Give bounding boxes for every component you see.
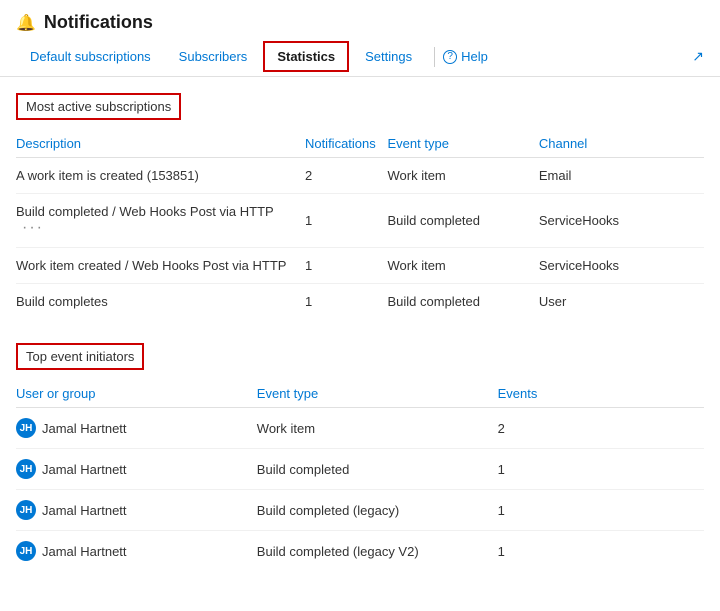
- initiator-user: JH Jamal Hartnett: [16, 408, 257, 449]
- user-name: Jamal Hartnett: [42, 462, 127, 477]
- col-header-notifications: Notifications: [305, 132, 388, 158]
- table-row: Work item created / Web Hooks Post via H…: [16, 248, 704, 284]
- col-header-eventtype: Event type: [388, 132, 539, 158]
- col-header-events: Events: [498, 382, 704, 408]
- col-header-description: Description: [16, 132, 305, 158]
- subscription-notifications: 2: [305, 158, 388, 194]
- subscriptions-table: Description Notifications Event type Cha…: [16, 132, 704, 319]
- tab-default-subscriptions[interactable]: Default subscriptions: [16, 41, 165, 72]
- avatar: JH: [16, 459, 36, 479]
- table-row: Build completes1Build completedUser: [16, 284, 704, 320]
- table-row: JH Jamal Hartnett Build completed1: [16, 449, 704, 490]
- col-header-etype: Event type: [257, 382, 498, 408]
- subscription-eventtype: Build completed: [388, 194, 539, 248]
- section1-title: Most active subscriptions: [16, 93, 181, 120]
- subscription-channel: User: [539, 284, 704, 320]
- table-row: JH Jamal Hartnett Build completed (legacy)…: [16, 490, 704, 531]
- subscription-notifications: 1: [305, 194, 388, 248]
- tab-statistics[interactable]: Statistics: [263, 41, 349, 72]
- avatar: JH: [16, 541, 36, 561]
- main-content: Most active subscriptions Description No…: [0, 77, 720, 611]
- help-link[interactable]: ? Help: [443, 49, 488, 64]
- table-row: Build completed / Web Hooks Post via HTT…: [16, 194, 704, 248]
- initiator-eventtype: Build completed (legacy): [257, 490, 498, 531]
- page-title: Notifications: [44, 12, 153, 33]
- subscription-channel: ServiceHooks: [539, 194, 704, 248]
- tab-subscribers[interactable]: Subscribers: [165, 41, 262, 72]
- nav-divider: [434, 47, 435, 67]
- initiator-events: 1: [498, 449, 704, 490]
- initiator-events: 1: [498, 490, 704, 531]
- table-row: JH Jamal Hartnett Work item2: [16, 408, 704, 449]
- initiator-user: JH Jamal Hartnett: [16, 449, 257, 490]
- col-header-user: User or group: [16, 382, 257, 408]
- subscription-eventtype: Work item: [388, 158, 539, 194]
- subscription-description: A work item is created (153851): [16, 158, 305, 194]
- avatar: JH: [16, 418, 36, 438]
- subscription-channel: ServiceHooks: [539, 248, 704, 284]
- table-row: A work item is created (153851)2Work ite…: [16, 158, 704, 194]
- subscription-channel: Email: [539, 158, 704, 194]
- initiators-table: User or group Event type Events JH Jamal …: [16, 382, 704, 571]
- notifications-icon: 🔔: [16, 13, 36, 33]
- subscription-eventtype: Work item: [388, 248, 539, 284]
- subscription-description: Work item created / Web Hooks Post via H…: [16, 248, 305, 284]
- avatar: JH: [16, 500, 36, 520]
- subscription-notifications: 1: [305, 284, 388, 320]
- initiator-eventtype: Work item: [257, 408, 498, 449]
- subscription-description: Build completed / Web Hooks Post via HTT…: [16, 194, 305, 248]
- col-header-channel: Channel: [539, 132, 704, 158]
- user-name: Jamal Hartnett: [42, 503, 127, 518]
- expand-icon[interactable]: ↗: [692, 48, 704, 65]
- user-name: Jamal Hartnett: [42, 421, 127, 436]
- ellipsis-icon[interactable]: ···: [22, 219, 44, 237]
- subscription-eventtype: Build completed: [388, 284, 539, 320]
- help-label: Help: [461, 49, 488, 64]
- initiator-user: JH Jamal Hartnett: [16, 490, 257, 531]
- tab-settings[interactable]: Settings: [351, 41, 426, 72]
- nav-tabs: Default subscriptions Subscribers Statis…: [0, 37, 720, 77]
- page-header: 🔔 Notifications: [0, 0, 720, 37]
- initiator-eventtype: Build completed: [257, 449, 498, 490]
- initiator-events: 2: [498, 408, 704, 449]
- subscription-description: Build completes: [16, 284, 305, 320]
- section2-title: Top event initiators: [16, 343, 144, 370]
- user-name: Jamal Hartnett: [42, 544, 127, 559]
- help-icon: ?: [443, 50, 457, 64]
- subscription-notifications: 1: [305, 248, 388, 284]
